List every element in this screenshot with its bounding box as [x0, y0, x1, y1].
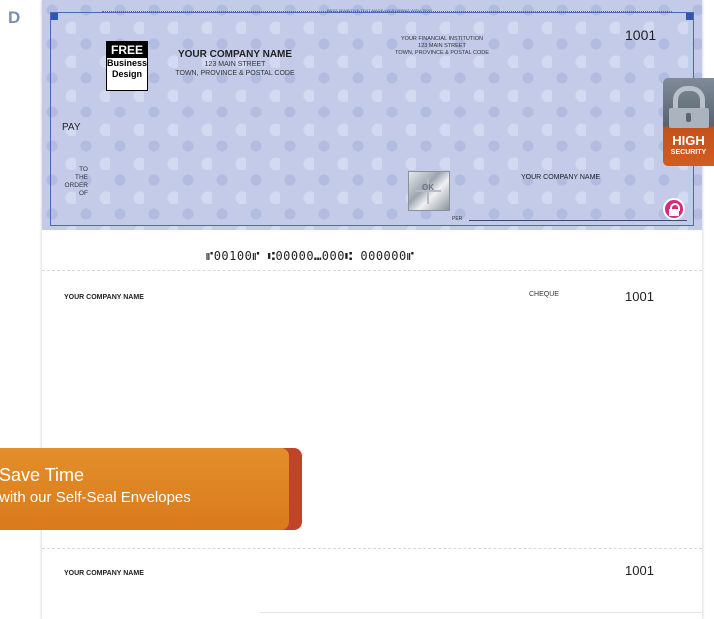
corner-marker — [51, 13, 58, 20]
perforation-line — [42, 548, 702, 549]
banner-title: Save Time — [0, 465, 85, 485]
lock-icon — [663, 198, 685, 220]
pay-label: PAY — [62, 122, 81, 133]
hologram-icon: OK — [408, 171, 450, 211]
logo-business: Business — [107, 58, 148, 68]
self-seal-envelopes-banner[interactable]: Save Time with our Self-Seal Envelopes — [0, 448, 302, 530]
stub-cheque-number: 1001 — [625, 289, 654, 304]
lock-body — [669, 209, 679, 216]
to-the-order-of-label: TO THE ORDER OF — [62, 166, 88, 198]
perforation-line — [42, 270, 702, 271]
to-order-line: TO — [79, 166, 88, 173]
microprint-text: BEST SENSITIVE TEXT MADE MICROPRINT WITH… — [327, 8, 433, 13]
free-business-design-logo: FREE Business Design — [106, 41, 148, 91]
stub-cheque-label: CHEQUE — [529, 291, 559, 298]
stub-cheque-number: 1001 — [625, 563, 654, 578]
corner-marker — [686, 13, 693, 20]
company-street: 123 MAIN STREET — [204, 61, 266, 68]
signature-company-name: YOUR COMPANY NAME — [521, 174, 601, 181]
high-security-badge: HIGH SECURITY — [663, 78, 714, 166]
per-label: PER — [452, 216, 463, 222]
banner-subtitle: with our Self-Seal Envelopes — [0, 489, 191, 506]
bank-name: YOUR FINANCIAL INSTITUTION — [401, 36, 483, 42]
stub-company-name: YOUR COMPANY NAME — [64, 570, 144, 577]
divider — [260, 612, 702, 613]
to-order-line: ORDER — [64, 182, 88, 189]
padlock-keyhole — [686, 113, 691, 122]
badge-security-text: SECURITY — [670, 149, 707, 156]
signature-line — [469, 220, 687, 221]
page-letter: D — [8, 8, 21, 27]
logo-free: FREE — [107, 42, 147, 58]
bank-address: YOUR FINANCIAL INSTITUTION 123 MAIN STRE… — [367, 36, 517, 57]
hologram-text: OK — [422, 183, 434, 192]
company-city: TOWN, PROVINCE & POSTAL CODE — [175, 70, 295, 77]
company-name: YOUR COMPANY NAME — [177, 49, 293, 60]
stub-company-name: YOUR COMPANY NAME — [64, 294, 144, 301]
micr-line: ⑈00100⑈ ⑆00000⑉000⑆ 000000⑈ — [206, 249, 415, 263]
bank-city: TOWN, PROVINCE & POSTAL CODE — [395, 50, 489, 56]
to-order-line: THE — [75, 174, 88, 181]
badge-high-text: HIGH — [672, 133, 705, 148]
company-address: YOUR COMPANY NAME 123 MAIN STREET TOWN, … — [150, 49, 320, 78]
to-order-line: OF — [78, 190, 88, 197]
banner-inner: Save Time with our Self-Seal Envelopes — [0, 448, 289, 530]
logo-design: Design — [111, 69, 142, 79]
bank-street: 123 MAIN STREET — [418, 43, 466, 49]
cheque: BEST SENSITIVE TEXT MADE MICROPRINT WITH… — [42, 0, 702, 230]
cheque-number: 1001 — [625, 27, 657, 43]
